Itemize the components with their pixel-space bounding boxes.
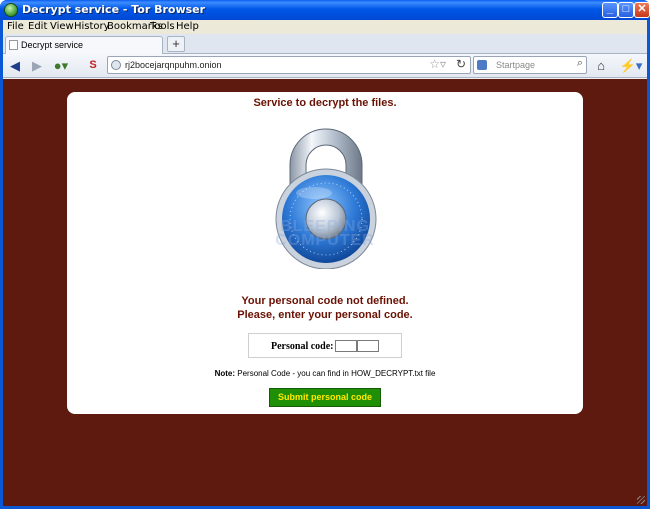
menu-bar: File Edit View History Bookmarks Tools H… [3,20,647,34]
noscript-icon[interactable]: S [85,58,101,74]
menu-view[interactable]: View [50,21,74,32]
https-everywhere-icon[interactable]: ⚡▾ [619,58,643,74]
status-message-2: Please, enter your personal code. [237,309,413,321]
address-text[interactable]: rj2bocejarqnpuhm.onion [125,60,222,70]
forward-arrow-icon[interactable]: ▶ [29,58,45,74]
menu-help[interactable]: Help [176,21,199,32]
personal-code-form: Personal code: [248,333,402,358]
magnifier-icon[interactable]: ⌕ [577,57,583,70]
page-icon [9,40,18,50]
search-placeholder[interactable]: Startpage [496,60,535,70]
search-bar[interactable]: Startpage ⌕ [473,56,587,74]
watermark-line-2: COMPUTER [275,232,375,249]
bookmark-star-icon[interactable]: ☆▿ [429,57,446,71]
page-title: Service to decrypt the files. [253,97,397,109]
page-viewport: Service to decrypt the files. BLEEPING C… [3,79,647,506]
personal-code-input-1[interactable] [335,340,357,352]
menu-file[interactable]: File [7,21,24,32]
address-bar[interactable]: rj2bocejarqnpuhm.onion ☆▿ ↻ [107,56,471,74]
status-message-1: Your personal code not defined. [241,295,409,307]
tab-decrypt-service[interactable]: Decrypt service [5,36,163,54]
tab-strip: Decrypt service + [3,34,647,54]
menu-history[interactable]: History [74,21,110,32]
decrypt-panel: Service to decrypt the files. BLEEPING C… [67,92,583,414]
menu-edit[interactable]: Edit [28,21,47,32]
window-title: Decrypt service - Tor Browser [22,3,206,16]
maximize-button[interactable]: □ [618,2,634,18]
new-tab-button[interactable]: + [167,36,185,52]
close-button[interactable]: ✕ [634,2,650,18]
personal-code-label: Personal code: [271,341,334,352]
search-engine-icon[interactable] [477,60,487,70]
home-icon[interactable]: ⌂ [593,58,609,74]
note-text: Note: Personal Code - you can find in HO… [67,369,583,378]
tor-onion-icon[interactable]: ●▾ [53,58,69,74]
back-arrow-icon[interactable]: ◀ [7,58,23,74]
watermark-logo: BLEEPING COMPUTER [265,219,385,249]
browser-client: File Edit View History Bookmarks Tools H… [3,20,647,506]
personal-code-input-2[interactable] [357,340,379,352]
menu-tools[interactable]: Tools [150,21,175,32]
note-label: Note: [214,369,236,378]
tor-browser-icon [4,3,18,17]
note-body: Personal Code - you can find in HOW_DECR… [235,369,436,378]
tab-label: Decrypt service [21,40,84,50]
submit-code-button[interactable]: Submit personal code [269,388,381,407]
browser-window: Decrypt service - Tor Browser _ □ ✕ File… [0,0,650,509]
resize-grip-icon[interactable] [637,496,645,504]
navigation-toolbar: ◀ ▶ ●▾ S rj2bocejarqnpuhm.onion ☆▿ ↻ Sta… [3,54,647,78]
minimize-button[interactable]: _ [602,2,618,18]
site-identity-icon[interactable] [111,60,121,70]
title-bar[interactable]: Decrypt service - Tor Browser _ □ ✕ [0,0,650,20]
reload-icon[interactable]: ↻ [456,57,466,71]
